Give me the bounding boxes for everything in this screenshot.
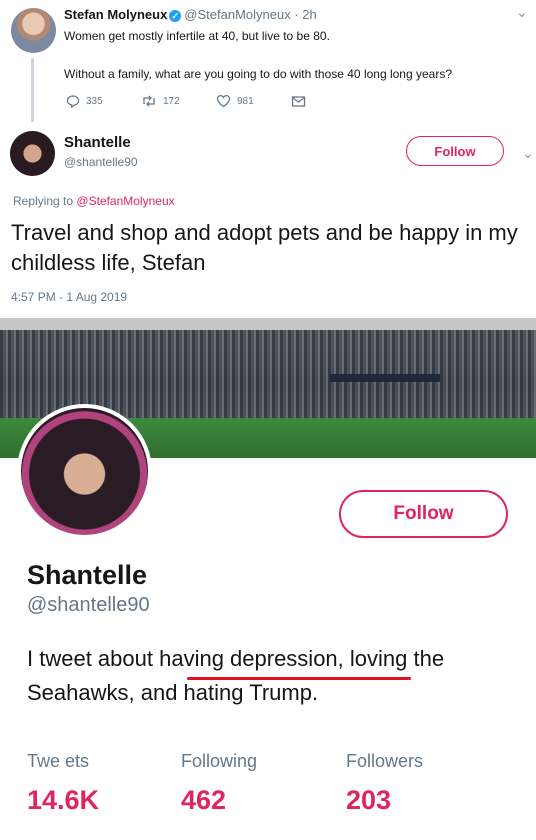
author-name[interactable]: Stefan Molyneux <box>64 7 167 22</box>
retweet-icon <box>143 95 155 107</box>
tweet-text-line2: Without a family, what are you going to … <box>64 67 453 81</box>
like-count: 981 <box>237 95 254 107</box>
replying-to-link[interactable]: @StefanMolyneux <box>76 194 174 208</box>
followers-label[interactable]: Followers <box>346 751 423 772</box>
reply-author-name[interactable]: Shantelle <box>64 134 131 151</box>
profile-handle: @shantelle90 <box>27 594 150 616</box>
dm-action[interactable] <box>291 94 366 108</box>
retweet-count: 172 <box>163 95 180 107</box>
following-label[interactable]: Following <box>181 751 257 772</box>
tweet-actions: 335 172 981 <box>66 94 366 108</box>
profile-follow-button[interactable]: Follow <box>339 490 508 538</box>
author-handle-time: @StefanMolyneux · 2h <box>184 7 317 22</box>
reply-menu-chevron-icon[interactable]: ⌄ <box>522 145 534 163</box>
followers-count[interactable]: 203 <box>346 785 391 816</box>
profile-name: Shantelle <box>27 560 148 590</box>
reply-author-handle: @shantelle90 <box>64 155 138 169</box>
tweets-count[interactable]: 14.6K <box>27 785 99 816</box>
reply-action[interactable]: 335 <box>66 94 141 108</box>
red-underline-annotation <box>187 677 411 680</box>
following-count[interactable]: 462 <box>181 785 226 816</box>
replying-prefix: Replying to <box>13 194 74 208</box>
stefan-avatar[interactable] <box>11 8 56 53</box>
reply-count: 335 <box>86 95 103 107</box>
tweet-menu-chevron-icon[interactable]: ⌄ <box>516 4 528 22</box>
verified-badge-icon: ✓ <box>169 9 182 22</box>
shantelle-avatar[interactable] <box>10 131 55 176</box>
reply-timestamp[interactable]: 4:57 PM - 1 Aug 2019 <box>11 290 127 304</box>
reply-icon <box>66 95 80 108</box>
profile-avatar[interactable] <box>17 404 152 539</box>
bio-underlined-phrase: having depression <box>159 646 338 671</box>
bio-part-1: I tweet about <box>27 646 160 671</box>
replying-to-line: Replying to @StefanMolyneux <box>13 194 175 208</box>
stadium-sign <box>330 374 440 382</box>
section-divider <box>0 318 536 330</box>
envelope-icon <box>291 95 306 107</box>
tweet-text-line1: Women get mostly infertile at 40, but li… <box>64 29 330 43</box>
tweets-label[interactable]: Twe ets <box>27 751 89 772</box>
profile-bio: I tweet about having depression, loving … <box>27 642 517 710</box>
tweet-author-header: Stefan Molyneux ✓ @StefanMolyneux · 2h <box>64 7 317 22</box>
reply-tweet-text: Travel and shop and adopt pets and be ha… <box>11 220 518 275</box>
retweet-action[interactable]: 172 <box>141 94 216 108</box>
follow-button[interactable]: Follow <box>406 136 504 166</box>
like-action[interactable]: 981 <box>216 94 291 108</box>
heart-icon <box>216 94 231 108</box>
thread-line <box>31 58 34 122</box>
